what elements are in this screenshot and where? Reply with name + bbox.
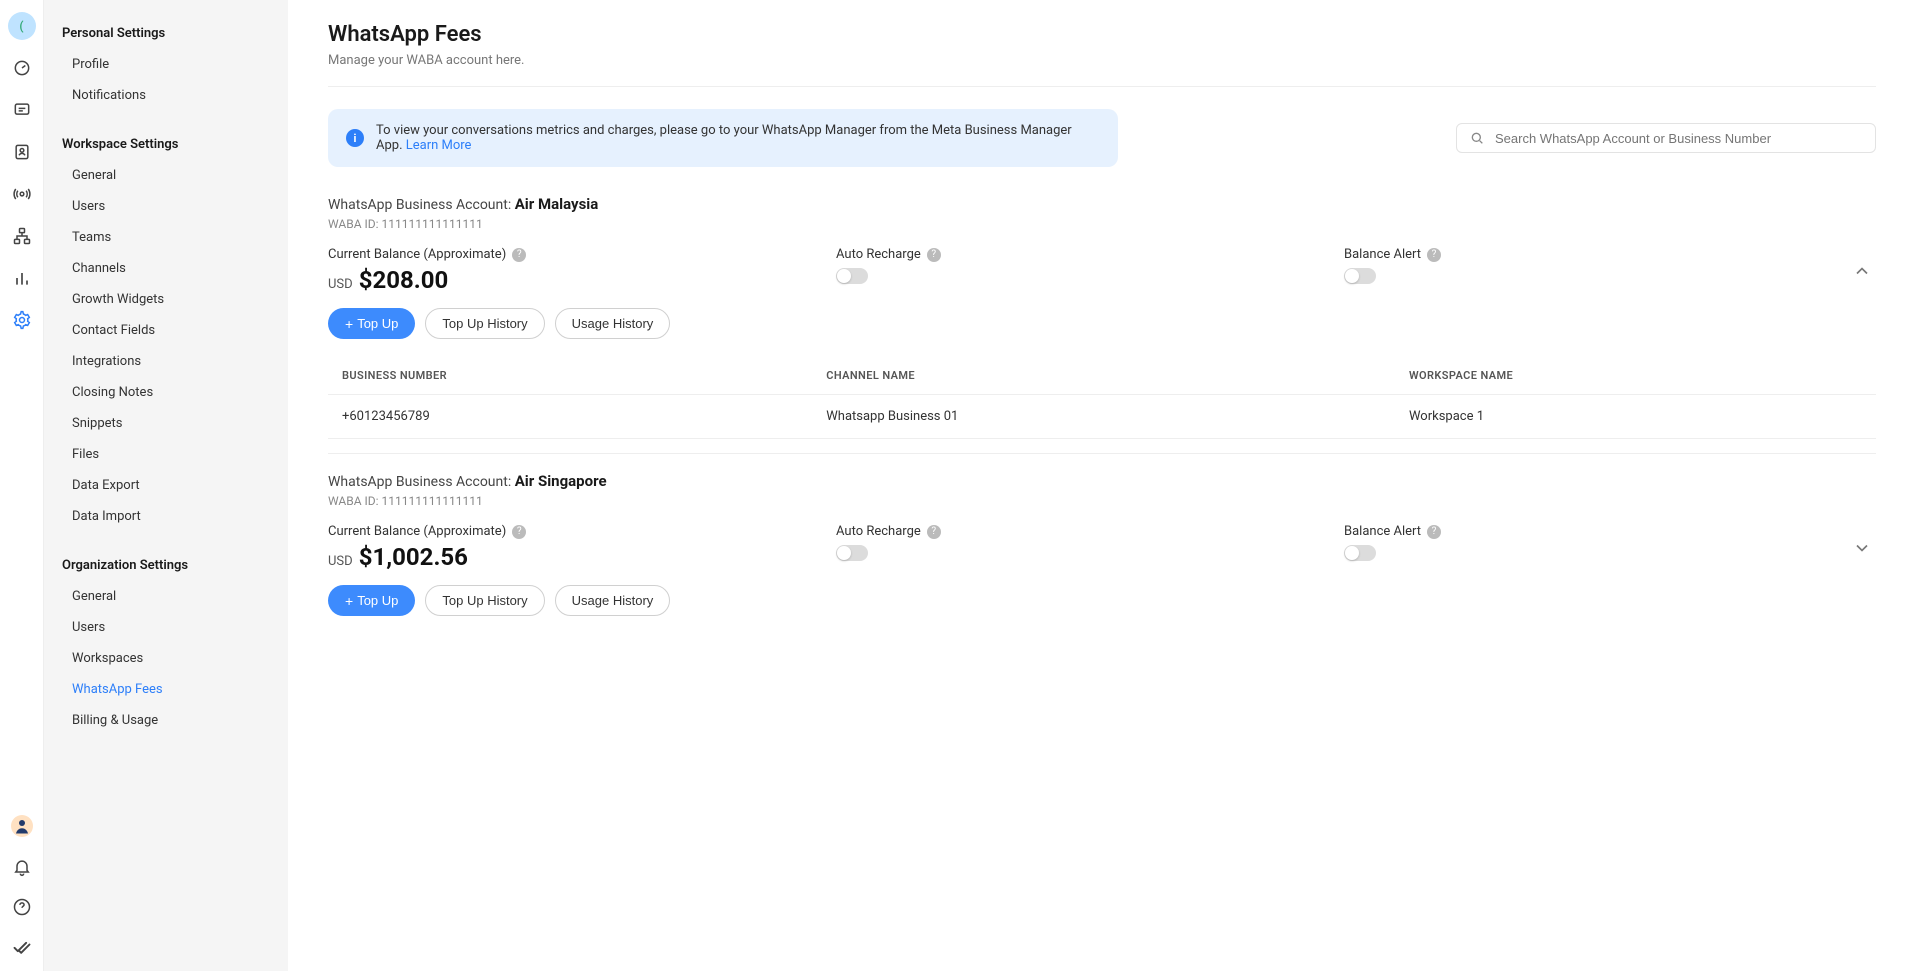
sidebar-item-whatsapp-fees[interactable]: WhatsApp Fees xyxy=(44,674,288,705)
waba-prefix: WhatsApp Business Account: xyxy=(328,474,515,490)
reports-icon[interactable] xyxy=(12,268,32,288)
currency: USD xyxy=(328,554,353,569)
sidebar-item-teams[interactable]: Teams xyxy=(44,222,288,253)
top-up-history-button[interactable]: Top Up History xyxy=(425,308,544,339)
cell-business-number: +60123456789 xyxy=(328,395,812,439)
help-icon[interactable]: ? xyxy=(512,248,526,262)
divider xyxy=(328,86,1876,87)
table-row[interactable]: +60123456789Whatsapp Business 01Workspac… xyxy=(328,395,1876,439)
waba-id: WABA ID: 111111111111111 xyxy=(328,217,1876,231)
top-up-button[interactable]: +Top Up xyxy=(328,585,415,616)
sidebar-item-users[interactable]: Users xyxy=(44,191,288,222)
top-up-history-button[interactable]: Top Up History xyxy=(425,585,544,616)
waba-prefix: WhatsApp Business Account: xyxy=(328,197,515,213)
sidebar-item-files[interactable]: Files xyxy=(44,439,288,470)
user-avatar[interactable] xyxy=(11,815,33,837)
sidebar-item-billing-usage[interactable]: Billing & Usage xyxy=(44,705,288,736)
col-workspace-name: WORKSPACE NAME xyxy=(1395,357,1876,395)
divider xyxy=(328,453,1876,454)
search-icon xyxy=(1469,130,1485,146)
waba-id: WABA ID: 111111111111111 xyxy=(328,494,1876,508)
balance-label: Current Balance (Approximate) xyxy=(328,247,506,262)
help-icon[interactable]: ? xyxy=(927,248,941,262)
waba-name: Air Singapore xyxy=(515,472,607,490)
sidebar-item-general[interactable]: General xyxy=(44,581,288,612)
chevron-down-icon[interactable] xyxy=(1852,538,1876,558)
col-channel-name: CHANNEL NAME xyxy=(812,357,1395,395)
help-icon[interactable]: ? xyxy=(1427,525,1441,539)
info-icon: i xyxy=(346,129,364,147)
balance-label: Current Balance (Approximate) xyxy=(328,524,506,539)
top-up-button[interactable]: +Top Up xyxy=(328,308,415,339)
sidebar-item-snippets[interactable]: Snippets xyxy=(44,408,288,439)
waba-account: WhatsApp Business Account: Air Singapore… xyxy=(328,472,1876,616)
org-avatar[interactable]: ( xyxy=(8,12,36,40)
chevron-up-icon[interactable] xyxy=(1852,261,1876,281)
settings-icon[interactable] xyxy=(12,310,32,330)
auto-recharge-toggle[interactable] xyxy=(836,268,868,284)
sidebar-item-general[interactable]: General xyxy=(44,160,288,191)
auto-recharge-label: Auto Recharge xyxy=(836,524,921,539)
sidebar-item-growth-widgets[interactable]: Growth Widgets xyxy=(44,284,288,315)
sidebar-section-workspace: Workspace Settings xyxy=(44,129,288,160)
balance-alert-toggle[interactable] xyxy=(1344,268,1376,284)
plus-icon: + xyxy=(345,594,353,608)
info-banner: i To view your conversations metrics and… xyxy=(328,109,1118,167)
currency: USD xyxy=(328,277,353,292)
page-subtitle: Manage your WABA account here. xyxy=(328,53,1876,68)
plus-icon: + xyxy=(345,317,353,331)
usage-history-button[interactable]: Usage History xyxy=(555,585,671,616)
balance-amount: $1,002.56 xyxy=(359,543,468,571)
sidebar-item-channels[interactable]: Channels xyxy=(44,253,288,284)
contact-icon[interactable] xyxy=(12,142,32,162)
auto-recharge-label: Auto Recharge xyxy=(836,247,921,262)
chat-icon[interactable] xyxy=(12,100,32,120)
usage-history-button[interactable]: Usage History xyxy=(555,308,671,339)
cell-workspace-name: Workspace 1 xyxy=(1395,395,1876,439)
page-title: WhatsApp Fees xyxy=(328,22,1876,47)
help-icon[interactable]: ? xyxy=(1427,248,1441,262)
sidebar-item-data-import[interactable]: Data Import xyxy=(44,501,288,532)
sidebar-item-data-export[interactable]: Data Export xyxy=(44,470,288,501)
brand-icon xyxy=(12,937,32,957)
balance-alert-toggle[interactable] xyxy=(1344,545,1376,561)
icon-rail: ( xyxy=(0,0,44,971)
search-input[interactable] xyxy=(1495,131,1863,146)
sidebar-section-personal: Personal Settings xyxy=(44,18,288,49)
search-wrapper[interactable] xyxy=(1456,123,1876,153)
sidebar-item-users[interactable]: Users xyxy=(44,612,288,643)
workflow-icon[interactable] xyxy=(12,226,32,246)
auto-recharge-toggle[interactable] xyxy=(836,545,868,561)
sidebar-section-organization: Organization Settings xyxy=(44,550,288,581)
broadcast-icon[interactable] xyxy=(12,184,32,204)
cell-channel-name: Whatsapp Business 01 xyxy=(812,395,1395,439)
settings-sidebar: Personal Settings ProfileNotifications W… xyxy=(44,0,288,971)
balance-amount: $208.00 xyxy=(359,266,449,294)
col-business-number: BUSINESS NUMBER xyxy=(328,357,812,395)
main-content: WhatsApp Fees Manage your WABA account h… xyxy=(288,0,1916,971)
business-numbers-table: BUSINESS NUMBERCHANNEL NAMEWORKSPACE NAM… xyxy=(328,357,1876,439)
waba-account: WhatsApp Business Account: Air Malaysia W… xyxy=(328,195,1876,439)
learn-more-link[interactable]: Learn More xyxy=(406,138,472,153)
sidebar-item-integrations[interactable]: Integrations xyxy=(44,346,288,377)
sidebar-item-closing-notes[interactable]: Closing Notes xyxy=(44,377,288,408)
help-icon[interactable] xyxy=(12,897,32,917)
balance-alert-label: Balance Alert xyxy=(1344,524,1421,539)
sidebar-item-profile[interactable]: Profile xyxy=(44,49,288,80)
dashboard-icon[interactable] xyxy=(12,58,32,78)
info-banner-text: To view your conversations metrics and c… xyxy=(376,123,1072,153)
help-icon[interactable]: ? xyxy=(512,525,526,539)
notifications-icon[interactable] xyxy=(12,857,32,877)
sidebar-item-notifications[interactable]: Notifications xyxy=(44,80,288,111)
balance-alert-label: Balance Alert xyxy=(1344,247,1421,262)
sidebar-item-workspaces[interactable]: Workspaces xyxy=(44,643,288,674)
help-icon[interactable]: ? xyxy=(927,525,941,539)
sidebar-item-contact-fields[interactable]: Contact Fields xyxy=(44,315,288,346)
waba-name: Air Malaysia xyxy=(515,195,599,213)
